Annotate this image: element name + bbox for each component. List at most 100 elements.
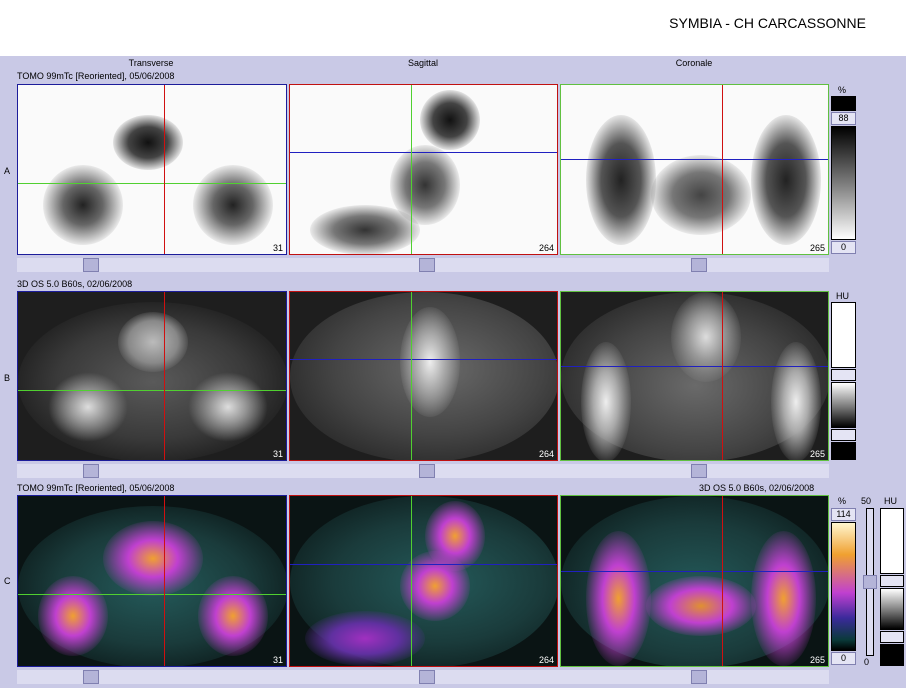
slice-number: 265 — [809, 449, 825, 459]
row-b-window-handle-top[interactable] — [831, 369, 856, 381]
row-c-series-info-left: TOMO 99mTc [Reoriented], 05/06/2008 — [17, 483, 175, 493]
row-a-series-info: TOMO 99mTc [Reoriented], 05/06/2008 — [17, 71, 175, 81]
crosshair-vertical[interactable] — [411, 496, 412, 666]
slice-number: 31 — [272, 449, 283, 459]
crosshair-horizontal[interactable] — [290, 564, 557, 565]
spine-bone — [671, 292, 741, 382]
crosshair-vertical[interactable] — [164, 496, 165, 666]
iliac-bone — [771, 342, 821, 460]
slice-number: 265 — [809, 243, 825, 253]
crosshair-horizontal[interactable] — [290, 152, 557, 153]
slider-thumb[interactable] — [419, 464, 435, 478]
slice-number: 31 — [272, 655, 283, 665]
fused-uptake — [586, 531, 651, 666]
row-a-slice-slider[interactable] — [17, 258, 829, 272]
uptake-blob — [420, 90, 480, 150]
row-b-transverse-panel[interactable]: 31 — [17, 291, 287, 461]
row-c-color-bar[interactable] — [831, 522, 856, 651]
spine-bone — [400, 307, 460, 417]
column-label-sagittal: Sagittal — [407, 58, 439, 68]
crosshair-horizontal[interactable] — [561, 366, 828, 367]
row-c-scale-min[interactable]: 0 — [831, 652, 856, 665]
row-label-b: B — [4, 373, 11, 383]
row-c-scale-max[interactable]: 114 — [831, 508, 856, 521]
row-label-c: C — [4, 576, 11, 586]
row-b-scale-unit: HU — [836, 291, 849, 301]
row-b-slice-slider[interactable] — [17, 464, 829, 478]
slider-thumb[interactable] — [691, 464, 707, 478]
row-b-coronale-panel[interactable]: 265 — [560, 291, 829, 461]
blend-slider-thumb[interactable] — [863, 575, 877, 589]
vertebral-body — [118, 312, 188, 372]
crosshair-vertical[interactable] — [164, 292, 165, 460]
slider-thumb[interactable] — [419, 670, 435, 684]
row-a-scale-cap — [831, 96, 856, 111]
row-a-scale-unit: % — [838, 85, 847, 95]
row-b-scale-black — [831, 442, 856, 460]
row-c-blend-max: 50 — [861, 496, 872, 506]
row-b-series-info: 3D OS 5.0 B60s, 02/06/2008 — [17, 279, 133, 289]
crosshair-horizontal[interactable] — [18, 594, 286, 595]
slice-number: 264 — [538, 449, 554, 459]
uptake-blob — [310, 205, 420, 254]
column-label-transverse: Transverse — [128, 58, 174, 68]
row-c-hu-handle-top[interactable] — [880, 575, 904, 587]
crosshair-vertical[interactable] — [411, 292, 412, 460]
column-label-coronale: Coronale — [675, 58, 713, 68]
row-label-a: A — [4, 166, 11, 176]
row-c-scale-unit-left: % — [838, 496, 847, 506]
crosshair-horizontal[interactable] — [18, 390, 286, 391]
row-c-slice-slider[interactable] — [17, 670, 829, 684]
uptake-blob — [751, 115, 821, 245]
row-c-transverse-panel[interactable]: 31 — [17, 495, 287, 667]
row-c-hu-white — [880, 508, 904, 574]
iliac-wing — [48, 372, 128, 442]
crosshair-vertical[interactable] — [411, 85, 412, 254]
slice-number: 264 — [538, 655, 554, 665]
row-b-window-handle-bottom[interactable] — [831, 429, 856, 441]
row-b-grayscale-bar[interactable] — [831, 382, 856, 428]
site-title: SYMBIA - CH CARCASSONNE — [669, 15, 866, 31]
uptake-blob — [193, 165, 273, 245]
row-c-blend-slider[interactable] — [863, 508, 877, 656]
iliac-bone — [581, 342, 631, 460]
row-a-sagittal-panel[interactable]: 264 — [289, 84, 558, 255]
crosshair-vertical[interactable] — [722, 496, 723, 666]
slider-thumb[interactable] — [419, 258, 435, 272]
row-c-coronale-panel[interactable]: 265 — [560, 495, 829, 667]
row-c-blend-min: 0 — [864, 657, 870, 667]
slider-thumb[interactable] — [691, 258, 707, 272]
crosshair-vertical[interactable] — [164, 85, 165, 254]
row-a-grayscale-bar[interactable] — [831, 126, 856, 240]
slider-thumb[interactable] — [83, 670, 99, 684]
row-a-transverse-panel[interactable]: 31 — [17, 84, 287, 255]
row-c-scale-unit-right: HU — [884, 496, 897, 506]
slice-number: 31 — [272, 243, 283, 253]
crosshair-horizontal[interactable] — [561, 159, 828, 160]
row-c-hu-grayscale-bar[interactable] — [880, 588, 904, 630]
uptake-blob — [586, 115, 656, 245]
slider-thumb[interactable] — [691, 670, 707, 684]
fused-uptake — [646, 576, 756, 636]
row-a-coronale-panel[interactable]: 265 — [560, 84, 829, 255]
crosshair-horizontal[interactable] — [18, 183, 286, 184]
fused-uptake — [38, 576, 108, 656]
row-b-sagittal-panel[interactable]: 264 — [289, 291, 558, 461]
crosshair-horizontal[interactable] — [561, 571, 828, 572]
fused-uptake — [198, 576, 268, 656]
crosshair-horizontal[interactable] — [290, 359, 557, 360]
row-c-hu-handle-bottom[interactable] — [880, 631, 904, 643]
uptake-blob — [651, 155, 751, 235]
uptake-blob — [43, 165, 123, 245]
fused-uptake — [103, 521, 203, 596]
slider-thumb[interactable] — [83, 258, 99, 272]
row-c-sagittal-panel[interactable]: 264 — [289, 495, 558, 667]
row-b-scale-white — [831, 302, 856, 368]
slice-number: 265 — [809, 655, 825, 665]
row-a-scale-min[interactable]: 0 — [831, 241, 856, 254]
slider-thumb[interactable] — [83, 464, 99, 478]
crosshair-vertical[interactable] — [722, 292, 723, 460]
row-a-scale-max[interactable]: 88 — [831, 112, 856, 125]
fused-uptake — [751, 531, 816, 666]
crosshair-vertical[interactable] — [722, 85, 723, 254]
